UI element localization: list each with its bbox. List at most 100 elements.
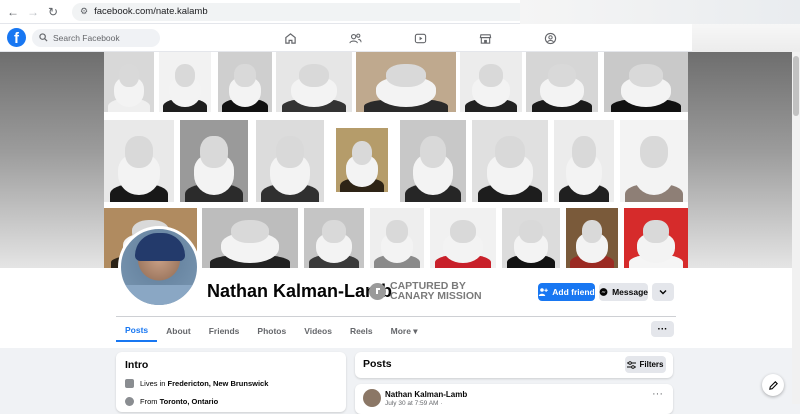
home-icon: [285, 32, 296, 44]
portrait-face: [581, 220, 603, 243]
back-arrow-icon[interactable]: ←: [6, 5, 20, 19]
cover-portrait-11: [256, 120, 324, 202]
portrait-face: [298, 64, 330, 87]
cover-portrait-3: [218, 52, 272, 112]
search-placeholder: Search Facebook: [53, 32, 120, 43]
cover-portrait-14: [472, 120, 548, 202]
post-author-name[interactable]: Nathan Kalman-Lamb: [385, 390, 467, 399]
facebook-header: f Search Facebook: [0, 24, 692, 52]
facebook-logo[interactable]: f: [7, 28, 26, 47]
cover-portrait-7: [526, 52, 598, 112]
tab-about[interactable]: About: [157, 320, 200, 342]
main-nav: [258, 24, 583, 52]
cover-portrait-15: [554, 120, 614, 202]
friends-icon: [349, 33, 362, 43]
portrait-face: [234, 64, 256, 87]
posts-title: Posts: [363, 358, 392, 370]
nav-friends[interactable]: [323, 24, 388, 52]
house-icon: [125, 379, 134, 388]
nav-groups[interactable]: [518, 24, 583, 52]
cover-portrait-9: [104, 120, 174, 202]
tab-reels[interactable]: Reels: [341, 320, 382, 342]
avatar-cap: [135, 233, 185, 261]
post-options-button[interactable]: ···: [652, 388, 663, 400]
nav-home[interactable]: [258, 24, 323, 52]
tab-videos[interactable]: Videos: [295, 320, 341, 342]
search-icon: [39, 33, 48, 42]
portrait-face: [386, 64, 426, 87]
add-person-icon: [539, 288, 549, 296]
scrollbar-thumb[interactable]: [793, 56, 799, 116]
portrait-face: [478, 64, 504, 87]
filters-button[interactable]: Filters: [625, 356, 666, 373]
cover-portrait-19: [304, 208, 364, 268]
url-text: facebook.com/nate.kalamb: [94, 6, 208, 17]
cover-portrait-16: [620, 120, 688, 202]
cover-photo[interactable]: [104, 52, 688, 268]
portrait-face: [547, 64, 577, 87]
badge-line-2: CANARY MISSION: [390, 290, 482, 302]
filter-icon: [627, 360, 637, 369]
message-button[interactable]: Message: [599, 283, 648, 301]
cover-portrait-4: [276, 52, 352, 112]
new-message-button[interactable]: [762, 374, 784, 396]
search-input[interactable]: Search Facebook: [32, 28, 160, 47]
from-city-link[interactable]: Toronto, Ontario: [160, 397, 219, 406]
intro-from: From Toronto, Ontario: [125, 397, 218, 406]
portrait-face: [572, 136, 596, 168]
location-pin-icon: [125, 397, 134, 406]
marketplace-icon: [479, 33, 492, 44]
lives-city-link[interactable]: Fredericton, New Brunswick: [168, 379, 269, 388]
cover-portrait-8: [604, 52, 688, 112]
cover-portrait-23: [566, 208, 618, 268]
tabs-overflow-button[interactable]: ···: [651, 321, 674, 337]
portrait-face: [640, 136, 668, 168]
add-friend-button[interactable]: Add friend: [538, 283, 595, 301]
portrait-face: [276, 136, 304, 168]
page-scrollbar[interactable]: [792, 52, 800, 404]
portrait-face: [519, 220, 543, 243]
tab-posts[interactable]: Posts: [116, 320, 158, 342]
portrait-face: [174, 64, 196, 87]
portrait-face: [629, 64, 663, 87]
intro-card: Intro Lives in Fredericton, New Brunswic…: [116, 352, 346, 412]
groups-icon: [544, 32, 557, 44]
portrait-face: [125, 136, 153, 168]
cover-portrait-18: [202, 208, 298, 268]
canary-icon: [369, 282, 386, 300]
cover-portrait-21: [430, 208, 496, 268]
intro-title: Intro: [125, 359, 149, 371]
forward-arrow-icon[interactable]: →: [26, 5, 40, 19]
site-info-icon[interactable]: ⚙: [80, 6, 88, 17]
portrait-face: [386, 220, 408, 243]
intro-lives-in: Lives in Fredericton, New Brunswick: [125, 379, 268, 388]
profile-tabs: Posts About Friends Photos Videos Reels …: [116, 320, 427, 344]
portrait-face: [200, 136, 228, 168]
portrait-face: [494, 136, 526, 168]
nav-watch[interactable]: [388, 24, 453, 52]
nav-marketplace[interactable]: [453, 24, 518, 52]
browser-toolbar: ← → ↻ ⚙ facebook.com/nate.kalamb: [0, 0, 800, 24]
tab-photos[interactable]: Photos: [248, 320, 295, 342]
portrait-face: [119, 64, 139, 87]
tab-more[interactable]: More ▾: [382, 320, 427, 342]
cover-portrait-22: [502, 208, 560, 268]
portrait-face: [230, 220, 270, 243]
post-card: Nathan Kalman-Lamb July 30 at 7:59 AM · …: [355, 384, 673, 414]
cover-portrait-24: [624, 208, 688, 268]
compose-icon: [768, 380, 778, 390]
profile-avatar[interactable]: [118, 226, 200, 308]
cover-portrait-6: [460, 52, 522, 112]
address-bar[interactable]: ⚙ facebook.com/nate.kalamb: [72, 2, 527, 21]
cover-portrait-12: [336, 128, 388, 192]
cover-portrait-20: [370, 208, 424, 268]
blurred-region: [692, 24, 800, 52]
profile-more-button[interactable]: [652, 283, 674, 301]
watch-icon: [414, 33, 427, 43]
tab-friends[interactable]: Friends: [200, 320, 249, 342]
portrait-face: [322, 220, 346, 243]
portrait-face: [419, 136, 447, 168]
reload-icon[interactable]: ↻: [46, 5, 60, 19]
post-author-avatar[interactable]: [363, 389, 381, 407]
portrait-face: [449, 220, 477, 243]
